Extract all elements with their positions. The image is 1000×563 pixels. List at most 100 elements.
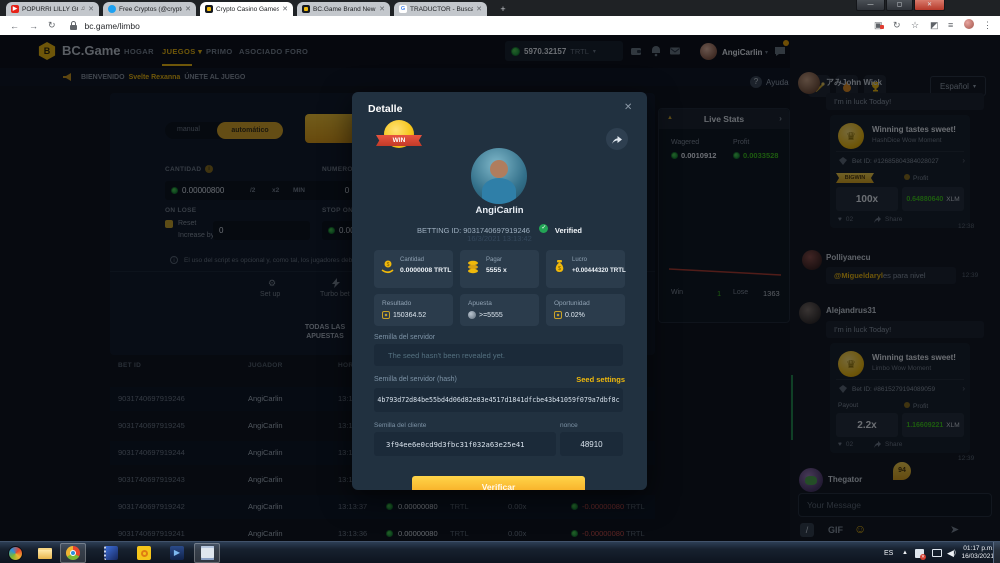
taskbar-explorer-icon[interactable] — [36, 544, 54, 562]
browser-tab-google[interactable]: G TRADUCTOR - Buscar con Goog ✕ — [394, 2, 487, 16]
tab-close-icon[interactable]: ✕ — [379, 5, 385, 13]
svg-text:$: $ — [558, 266, 561, 272]
tab-title: Free Cryptos (@cryptosfaucets) — [119, 6, 182, 13]
bookmark-star-icon[interactable]: ☆ — [911, 20, 919, 31]
stat-card-apuesta: Apuesta >=5555 — [460, 294, 539, 326]
tab-audio-icon: ♫ — [81, 6, 86, 12]
close-icon[interactable]: ✕ — [624, 102, 632, 113]
taskbar-mediaplayer-icon[interactable]: ▶ — [168, 544, 186, 562]
player-name: AngiCarlin — [352, 205, 647, 216]
server-seed-label: Semilla del servidor — [374, 334, 435, 341]
client-seed-label: Semilla del cliente — [374, 422, 426, 429]
taskbar-payeer-icon[interactable] — [135, 544, 153, 562]
start-button[interactable] — [6, 544, 24, 562]
tab-title: POPURRI LILLY GOODMAN — [22, 6, 78, 13]
stat-value: 5555 x — [486, 267, 507, 274]
dice-icon — [554, 311, 562, 319]
stat-label: Lucro — [572, 257, 587, 263]
verified-check-icon: ✓ — [539, 224, 548, 233]
dice-icon — [382, 311, 390, 319]
stat-label: Oportunidad — [554, 300, 590, 307]
tray-hidden-icons[interactable]: ▲ — [902, 542, 908, 563]
nonce-field[interactable]: 48910 — [560, 432, 623, 456]
stat-value: +0.00444320 TRTL — [572, 267, 626, 274]
player-avatar[interactable] — [471, 148, 527, 204]
tray-network-icon[interactable] — [932, 542, 942, 563]
windows-taskbar: ▶ ES ▲ ✕ ◀) 01:17 p.m. 16/03/2021 — [0, 541, 1000, 563]
verify-button[interactable]: Verificar — [412, 476, 585, 490]
browser-menu-kebab-icon[interactable]: ⋮ — [983, 20, 992, 31]
coin-hand-icon: $ — [380, 259, 395, 274]
stat-label: Pagar — [486, 257, 502, 263]
tab-close-icon[interactable]: ✕ — [476, 5, 482, 13]
bet-detail-modal: Detalle ✕ WIN AngiCarlin BETTING ID: 903… — [352, 92, 647, 490]
browser-address-bar: ← → ↻ bc.game/limbo — [0, 16, 1000, 35]
extensions-puzzle-icon[interactable]: ◩ — [930, 20, 939, 31]
taskbar-chrome-icon[interactable] — [64, 544, 82, 562]
lock-icon — [70, 21, 77, 30]
bet-date: 16/3/2021 13:13:42 — [352, 234, 647, 243]
coins-icon — [466, 259, 481, 274]
window-close-button[interactable]: ✕ — [914, 0, 945, 11]
tray-alert-icon[interactable]: ✕ — [915, 542, 924, 563]
stat-label: Apuesta — [468, 300, 492, 307]
browser-profile-avatar[interactable] — [964, 19, 974, 31]
tray-date: 16/03/2021 — [956, 553, 994, 561]
server-hash-label: Semilla del servidor (hash) — [374, 376, 457, 383]
tray-language[interactable]: ES — [884, 542, 893, 563]
client-seed-field[interactable]: 3f94ee6e0cd9d3fbc31f032a63e25e41 — [374, 432, 556, 456]
new-tab-button[interactable]: + — [496, 3, 510, 15]
tab-close-icon[interactable]: ✕ — [185, 5, 191, 13]
seed-settings-link[interactable]: Seed settings — [576, 375, 625, 384]
youtube-favicon: ▶ — [11, 5, 19, 13]
tab-close-icon[interactable]: ✕ — [88, 5, 94, 13]
google-favicon: G — [399, 5, 407, 13]
taskbar-moviemaker-icon[interactable] — [102, 544, 120, 562]
show-desktop-button[interactable] — [993, 542, 1000, 563]
tray-volume-icon[interactable]: ◀) — [947, 542, 956, 563]
browser-tab-twitter[interactable]: Free Cryptos (@cryptosfaucets) ✕ — [103, 2, 196, 16]
server-seed-field[interactable]: The seed hasn't been revealed yet. — [374, 344, 623, 366]
forward-icon[interactable]: → — [29, 21, 38, 31]
window-maximize-button[interactable]: ▢ — [886, 0, 913, 11]
svg-text:$: $ — [387, 262, 390, 268]
tab-title: Crypto Casino Games - The 16 B — [216, 6, 279, 13]
stat-card-oportunidad: Oportunidad 0.02% — [546, 294, 625, 326]
stat-card-resultado: Resultado 150364.52 — [374, 294, 453, 326]
bcgame-favicon — [302, 5, 310, 13]
share-arrow-icon — [612, 135, 622, 144]
browser-tab-bcgame-active[interactable]: Crypto Casino Games - The 16 B ✕ — [200, 2, 293, 16]
server-hash-field[interactable]: 4b793d72d84be55bd4d06d82e83e4517d1841dfc… — [374, 388, 623, 412]
extension-badge-icon[interactable]: ▣ — [874, 20, 883, 31]
browser-tab-bcgame-2[interactable]: BC.Game Brand New Medal Eve ✕ — [297, 2, 390, 16]
stat-value: 0.0000008 TRTL — [400, 267, 451, 274]
window-minimize-button[interactable]: — — [856, 0, 885, 11]
tab-title: BC.Game Brand New Medal Eve — [313, 6, 376, 13]
reload-icon[interactable]: ↻ — [48, 20, 56, 31]
stat-card-cantidad: $ Cantidad 0.0000008 TRTL — [374, 250, 453, 288]
stat-value-row: 150364.52 — [382, 311, 426, 319]
stat-label: Resultado — [382, 300, 411, 307]
money-bag-icon: $ — [552, 259, 567, 274]
browser-tab-strip: ▶ POPURRI LILLY GOODMAN ♫ ✕ Free Cryptos… — [0, 0, 1000, 16]
sync-icon[interactable]: ↻ — [893, 20, 901, 31]
stat-value-row: 0.02% — [554, 311, 585, 319]
modal-title: Detalle — [368, 103, 402, 115]
tray-time: 01:17 p.m. — [956, 545, 994, 553]
coin-icon — [468, 311, 476, 319]
reading-list-icon[interactable]: ≡ — [948, 20, 953, 30]
share-button[interactable] — [606, 128, 628, 150]
bcgame-page: B BC.Game HOGAR JUEGOS ▾ PRIMO ASOCIADO … — [0, 35, 1000, 541]
url-text[interactable]: bc.game/limbo — [85, 21, 140, 31]
nonce-label: nonce — [560, 422, 578, 429]
back-icon[interactable]: ← — [10, 21, 19, 31]
tray-clock[interactable]: 01:17 p.m. 16/03/2021 — [956, 545, 994, 561]
twitter-favicon — [108, 5, 116, 13]
stat-value-row: >=5555 — [468, 311, 503, 319]
taskbar-document-app-icon[interactable] — [198, 544, 216, 562]
screen: ▶ POPURRI LILLY GOODMAN ♫ ✕ Free Cryptos… — [0, 0, 1000, 563]
bcgame-favicon — [205, 5, 213, 13]
browser-tab-youtube[interactable]: ▶ POPURRI LILLY GOODMAN ♫ ✕ — [6, 2, 99, 16]
tab-close-icon[interactable]: ✕ — [282, 5, 288, 13]
tab-title: TRADUCTOR - Buscar con Goog — [410, 6, 473, 13]
